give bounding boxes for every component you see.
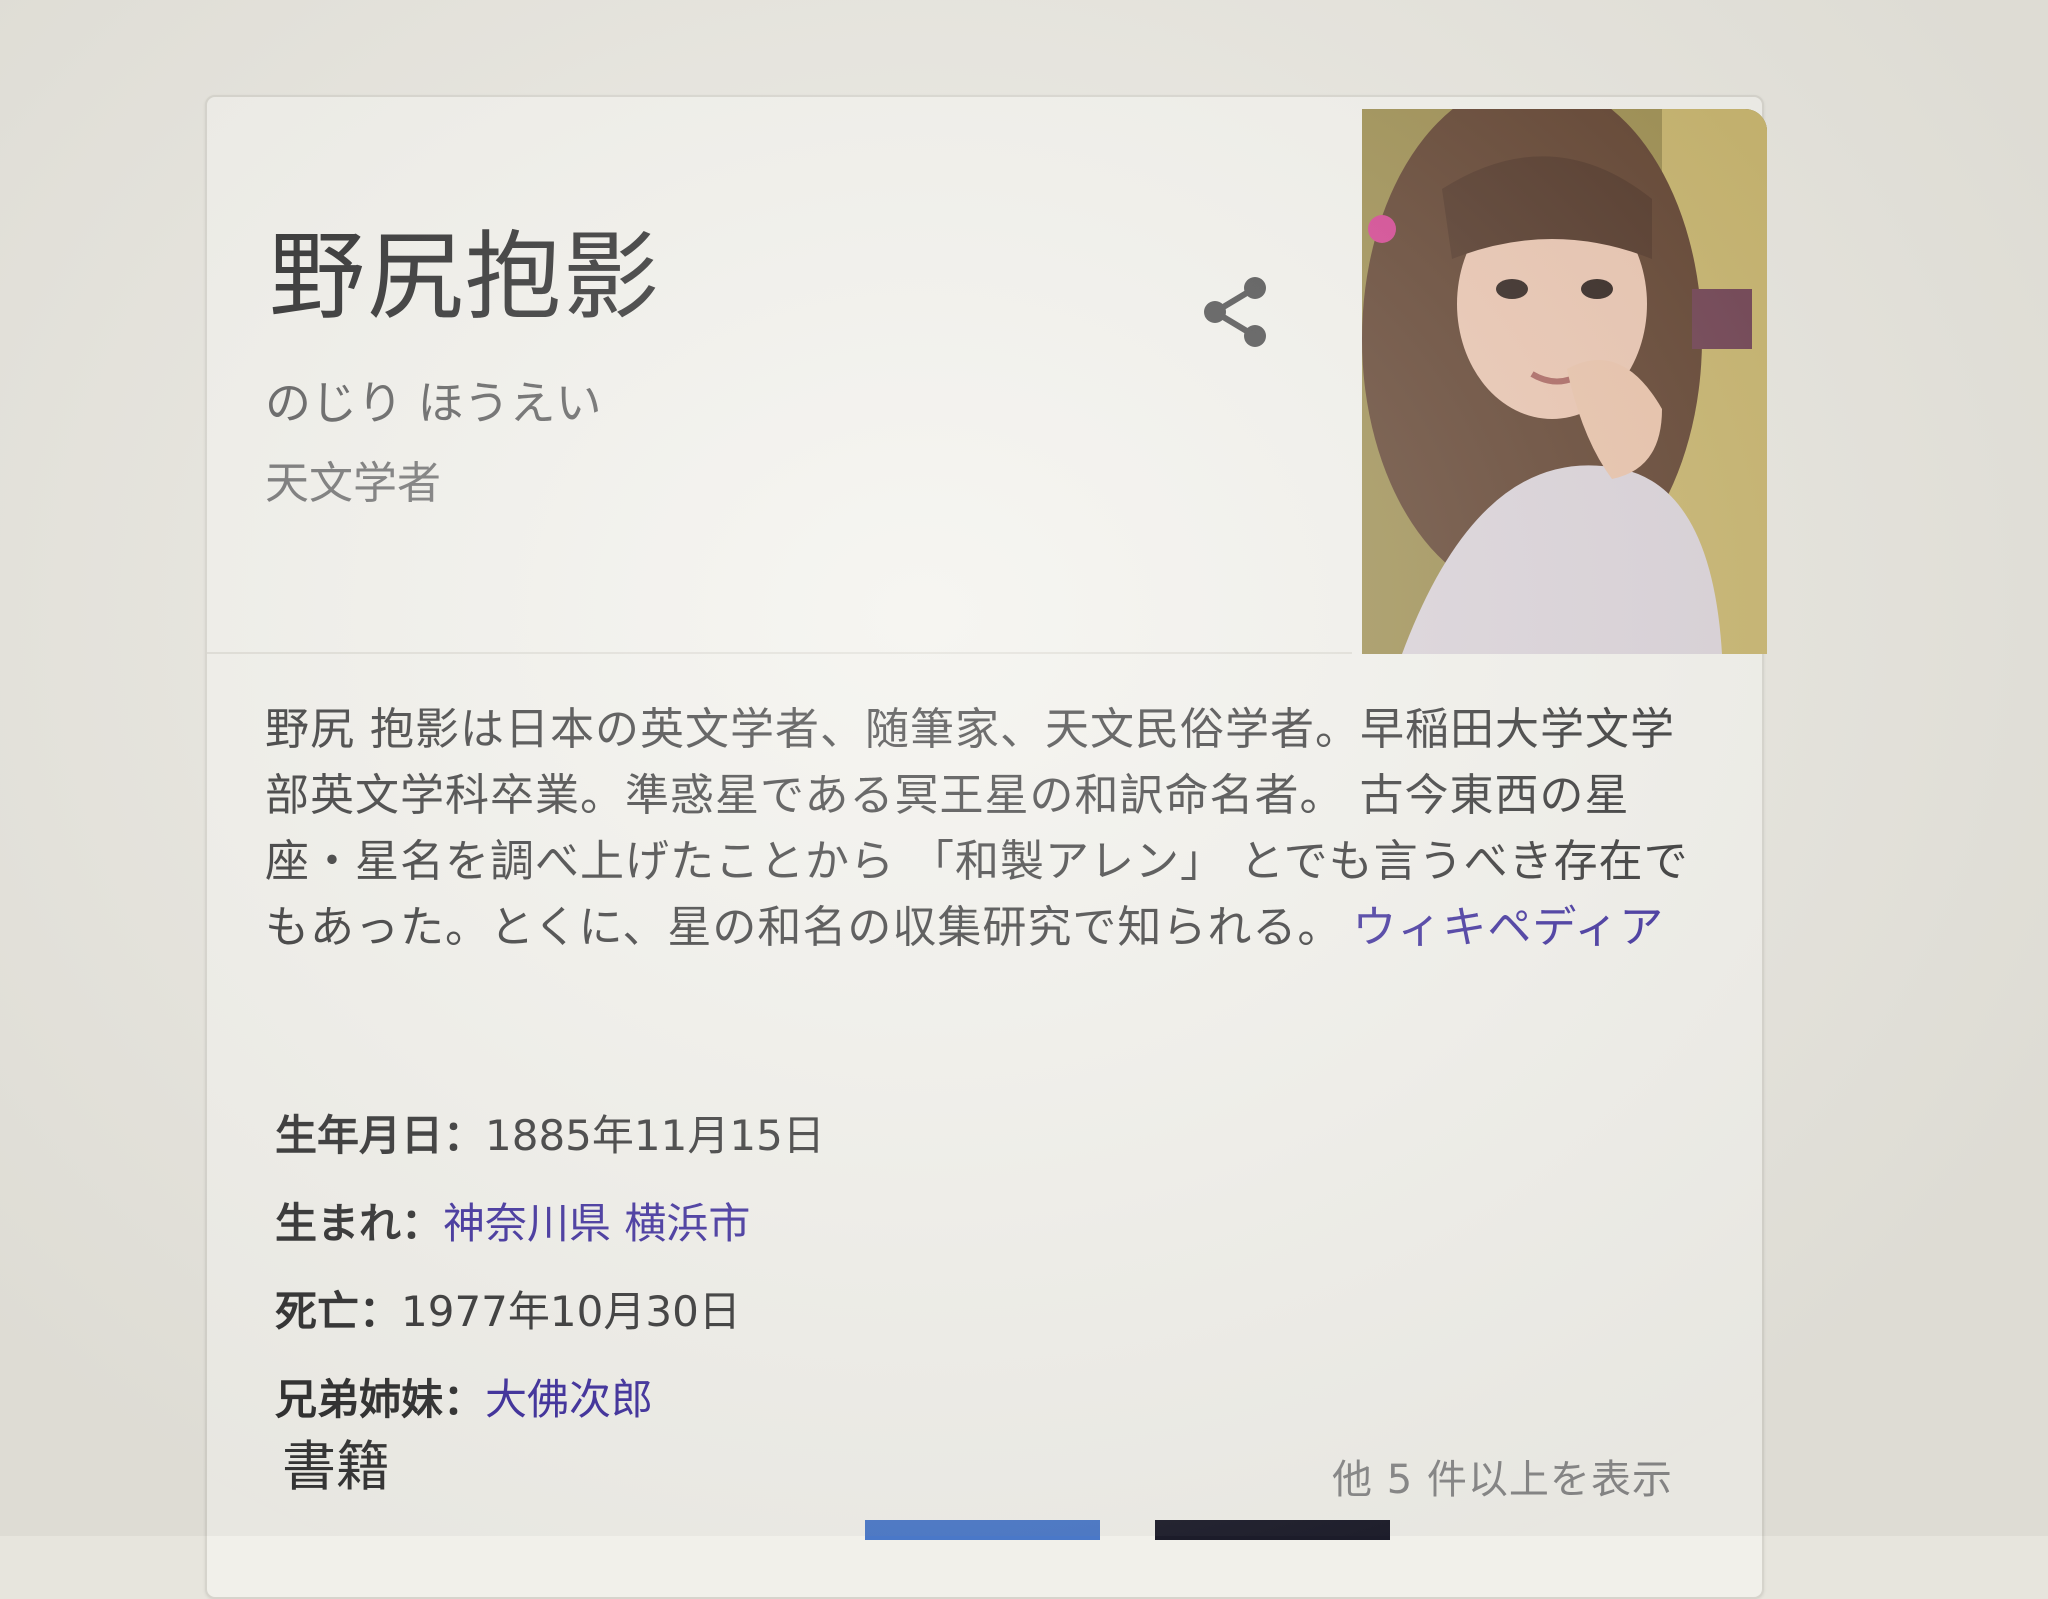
show-more-books-link[interactable]: 他 5 件以上を表示: [1332, 1447, 1673, 1505]
book-thumbnail[interactable]: [865, 1520, 1100, 1540]
fact-value: 1885年11月15日: [485, 1111, 825, 1160]
fact-value: 1977年10月30日: [401, 1287, 741, 1336]
page-title: 野尻抱影: [269, 221, 661, 333]
share-button[interactable]: [1197, 272, 1277, 352]
fact-death: 死亡：1977年10月30日: [275, 1278, 741, 1339]
book-thumbnail[interactable]: [1155, 1520, 1390, 1540]
header-divider: [207, 652, 1352, 654]
birthplace-link[interactable]: 神奈川県 横浜市: [443, 1199, 750, 1248]
fact-label: 生年月日：: [275, 1111, 486, 1160]
entity-photo[interactable]: [1362, 109, 1767, 654]
sibling-link[interactable]: 大佛次郎: [485, 1375, 653, 1424]
fact-label: 生まれ：: [275, 1199, 444, 1248]
fact-label: 兄弟姉妹：: [275, 1375, 486, 1424]
share-icon: [1204, 277, 1266, 347]
fact-birthplace: 生まれ：神奈川県 横浜市: [275, 1190, 750, 1251]
fact-label: 死亡：: [275, 1287, 402, 1336]
portrait-image: [1362, 109, 1767, 654]
fact-birth-date: 生年月日：1885年11月15日: [275, 1102, 825, 1163]
entity-subtitle: 天文学者: [265, 458, 441, 509]
knowledge-panel: 野尻抱影 のじり ほうえい 天文学者 野尻 抱影は日本の英文学者、随筆家、天文民…: [205, 95, 1767, 1599]
title-reading: のじり ほうえい: [265, 376, 602, 430]
description-block: 野尻 抱影は日本の英文学者、随筆家、天文民俗学者。早稲田大学文学部英文学科卒業。…: [265, 697, 1695, 961]
fact-siblings: 兄弟姉妹：大佛次郎: [275, 1366, 653, 1427]
wikipedia-link[interactable]: ウィキペディア: [1352, 902, 1664, 953]
books-heading: 書籍: [282, 1435, 390, 1498]
